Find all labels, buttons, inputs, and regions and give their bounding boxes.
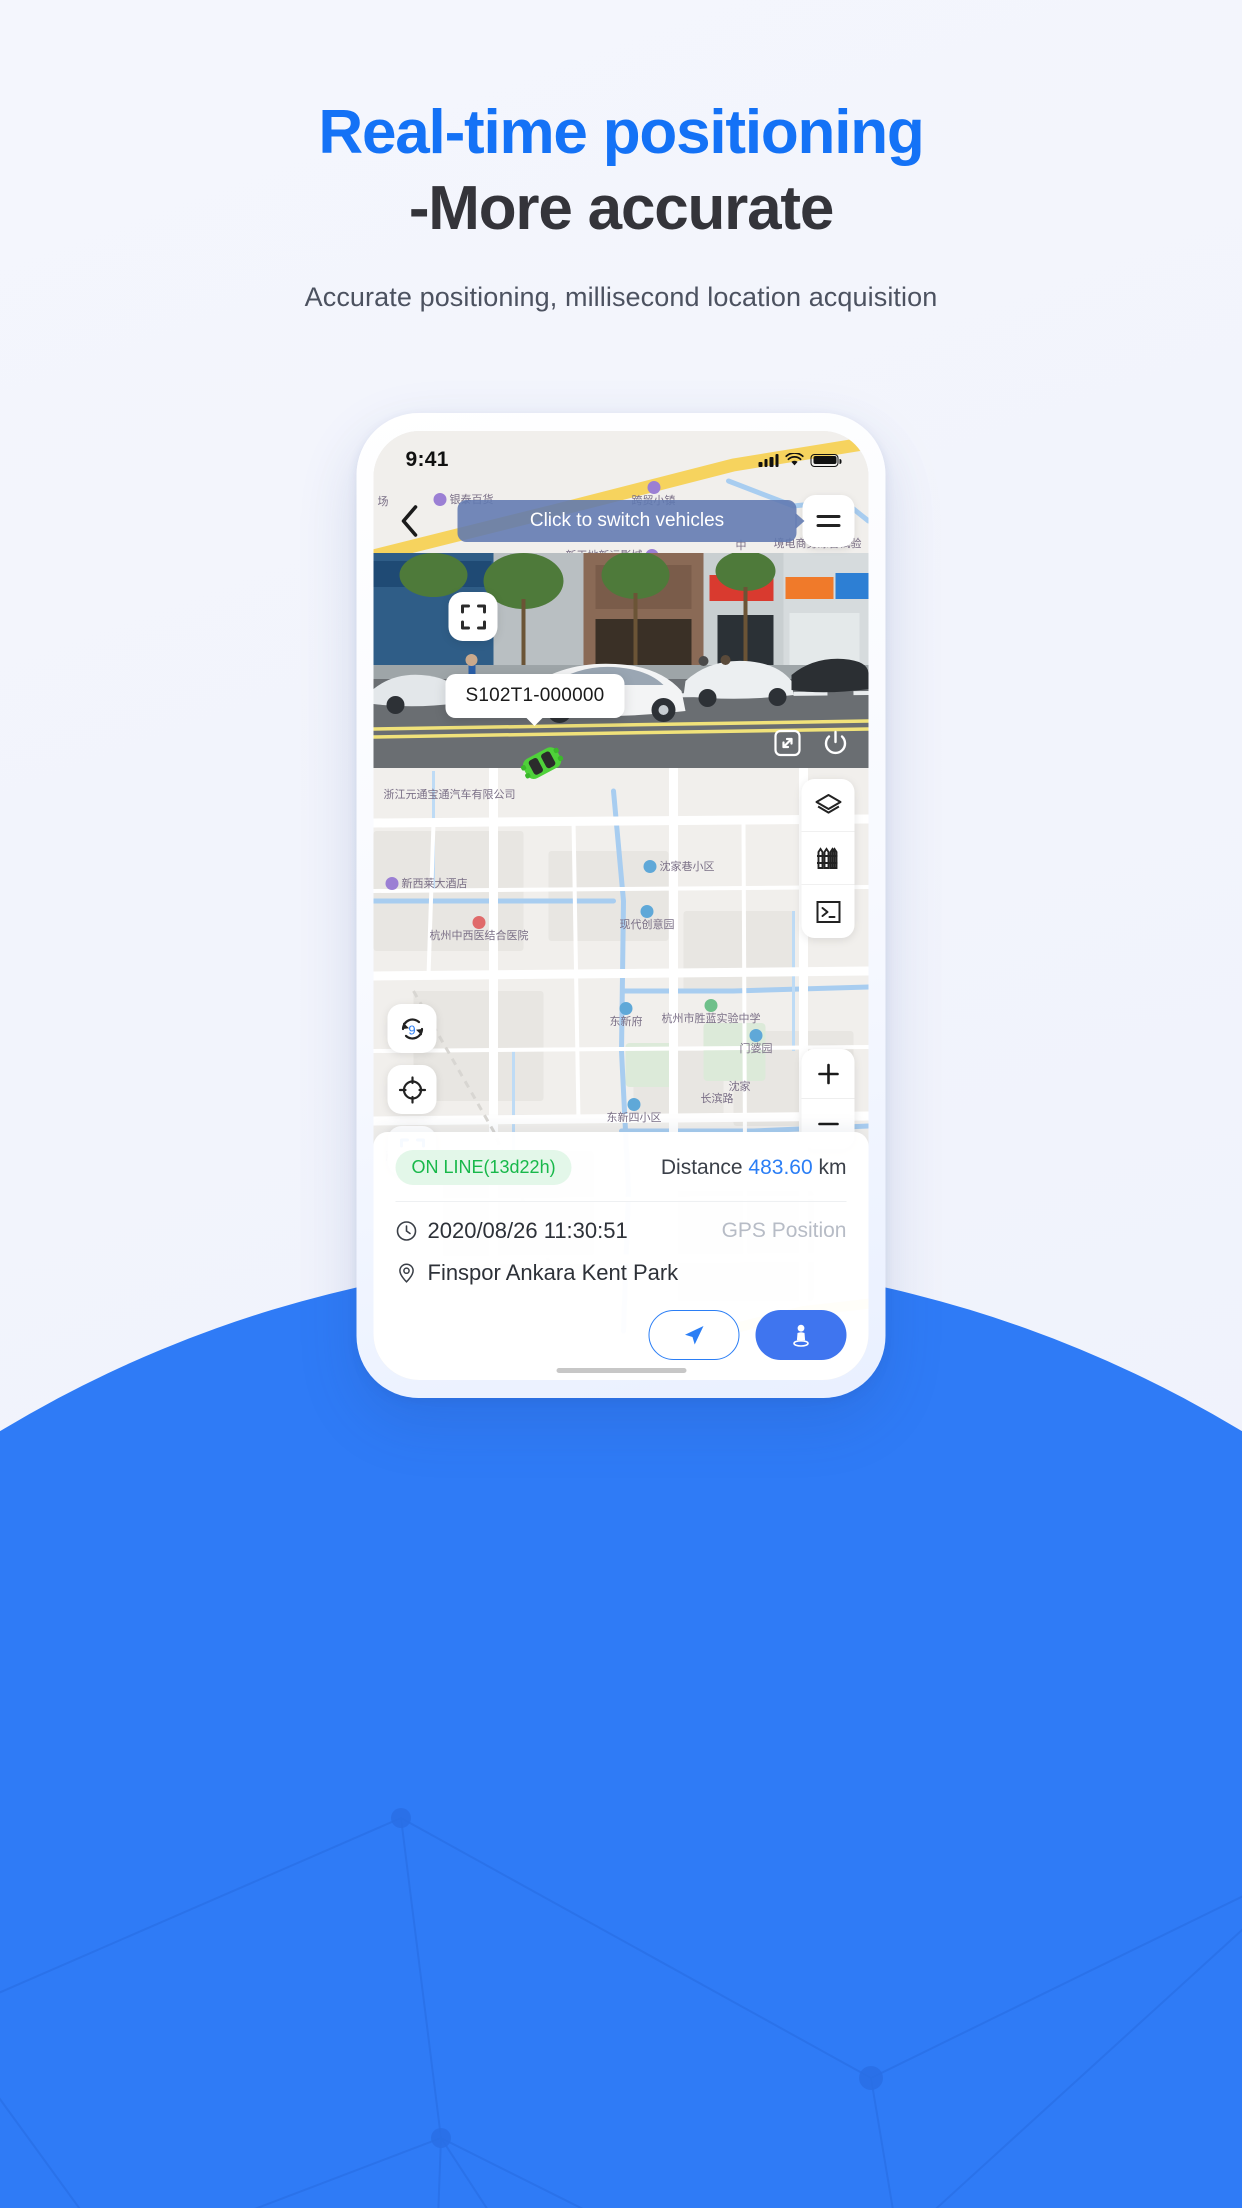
menu-button[interactable] (802, 495, 855, 547)
command-console-button[interactable] (802, 885, 855, 938)
status-bar: 9:41 (374, 431, 869, 489)
chevron-left-icon (401, 505, 418, 537)
crosshair-icon (398, 1075, 426, 1104)
globe-background (0, 1258, 1242, 2208)
headline-line-2: -More accurate (408, 173, 834, 243)
expand-icon[interactable] (773, 728, 803, 758)
wifi-icon (785, 453, 804, 466)
terminal-icon (816, 900, 840, 923)
sheet-address-row: Finspor Ankara Kent Park (396, 1246, 847, 1286)
locate-button[interactable] (387, 1065, 437, 1114)
power-icon[interactable] (821, 728, 851, 758)
status-badge: ON LINE(13d22h) (395, 1150, 572, 1185)
video-controls (773, 728, 851, 758)
phone-screen: 场 银泰百货 跨贸小镇 新天地新运影城 中 境电商务综合试验 浙江元通宝通汽车有… (373, 431, 869, 1380)
battery-icon (810, 453, 842, 467)
fullscreen-frame-icon (460, 604, 486, 629)
map-layers-button[interactable] (801, 779, 855, 832)
distance-readout: Distance 483.60 km (661, 1156, 847, 1180)
phone-mockup: 场 银泰百货 跨贸小镇 新天地新运影城 中 境电商务综合试验 浙江元通宝通汽车有… (356, 413, 886, 1398)
layers-icon (815, 794, 841, 814)
hero-heading-block: Real-time positioning -More accurate Acc… (0, 0, 1242, 313)
geofence-button[interactable] (801, 832, 855, 885)
distance-label: Distance (660, 1155, 743, 1179)
street-view-button[interactable] (755, 1310, 847, 1360)
vehicle-marker[interactable] (520, 747, 566, 786)
fence-icon (816, 847, 837, 869)
back-button[interactable] (390, 501, 430, 541)
page-title: Real-time positioning -More accurate (0, 95, 1242, 246)
vehicle-info-sheet: ON LINE(13d22h) Distance 483.60 km 2020/… (373, 1132, 869, 1380)
zoom-in-button[interactable] (801, 1049, 855, 1099)
timestamp-group: 2020/08/26 11:30:51 (396, 1218, 628, 1244)
location-pin-icon (399, 1263, 414, 1283)
home-indicator (556, 1368, 686, 1373)
sheet-action-buttons (396, 1286, 847, 1360)
status-indicators (758, 453, 842, 467)
hamburger-menu-icon (816, 515, 841, 518)
network-lines (0, 1808, 1242, 2208)
vehicle-label[interactable]: S102T1-000000 (445, 674, 625, 718)
navigation-arrow-icon (685, 1325, 704, 1344)
fullscreen-map-button[interactable] (448, 592, 498, 641)
live-video-panel[interactable] (373, 553, 869, 768)
timestamp-text: 2020/08/26 11:30:51 (427, 1218, 628, 1243)
plus-icon (817, 1063, 839, 1084)
sheet-status-row: ON LINE(13d22h) Distance 483.60 km (395, 1150, 847, 1202)
address-text: Finspor Ankara Kent Park (427, 1260, 679, 1285)
pegman-icon (793, 1324, 809, 1347)
green-car-icon (520, 747, 564, 779)
refresh-button[interactable]: 9 (387, 1004, 437, 1053)
headline-line-1: Real-time positioning (318, 98, 924, 167)
clock-icon (396, 1221, 417, 1241)
nav-bar: Click to switch vehicles (374, 493, 869, 549)
globe-sphere (0, 1258, 1242, 2208)
map-tool-stack (801, 779, 855, 938)
navigate-button[interactable] (648, 1310, 740, 1360)
distance-value: 483.60 (748, 1155, 813, 1179)
switch-vehicle-tooltip[interactable]: Click to switch vehicles (457, 500, 797, 542)
position-source-tag: GPS Position (721, 1219, 847, 1242)
distance-unit: km (818, 1155, 847, 1179)
page-subtitle: Accurate positioning, millisecond locati… (304, 282, 938, 313)
status-time: 9:41 (405, 448, 449, 471)
refresh-count-badge: 9 (408, 1022, 416, 1038)
signal-bars-icon (758, 453, 779, 467)
sheet-timestamp-row: 2020/08/26 11:30:51 GPS Position (396, 1202, 847, 1246)
